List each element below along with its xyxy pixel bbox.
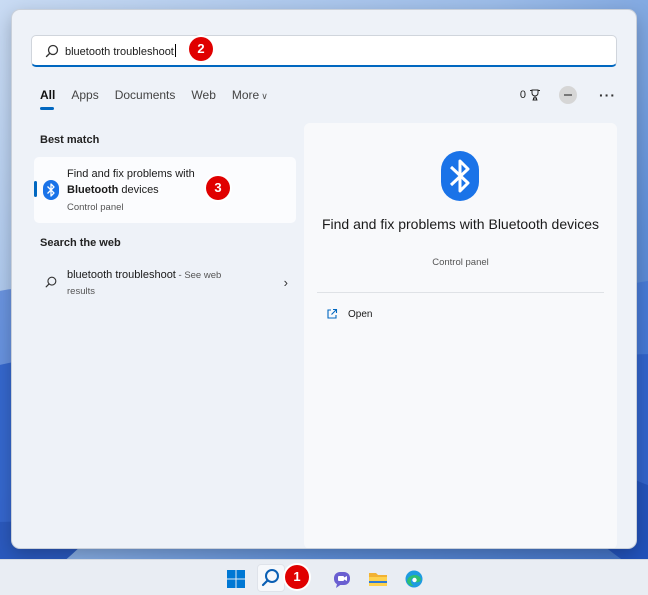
header-actions: 0 ··· (520, 86, 616, 104)
detail-title: Find and fix problems with Bluetooth dev… (321, 216, 600, 232)
text-caret (174, 44, 176, 57)
best-match-title-line2: Bluetooth devices (67, 184, 159, 196)
result-detail-pane: Find and fix problems with Bluetooth dev… (304, 123, 617, 548)
search-icon (261, 569, 279, 587)
avatar[interactable] (559, 86, 577, 104)
tab-all[interactable]: All (40, 88, 55, 110)
divider (317, 292, 604, 293)
rewards-points-value: 0 (519, 89, 526, 101)
tab-apps[interactable]: Apps (71, 88, 98, 108)
best-match-title-bold: Bluetooth (67, 184, 119, 196)
tab-documents[interactable]: Documents (115, 88, 176, 108)
web-result-title: bluetooth troubleshoot - See web (67, 269, 221, 281)
web-search-result[interactable]: bluetooth troubleshoot - See web results… (40, 267, 288, 303)
bluetooth-icon (43, 180, 59, 200)
trophy-icon (530, 89, 540, 101)
open-button[interactable]: Open (326, 308, 372, 320)
rewards-points[interactable]: 0 (520, 89, 541, 101)
best-match-result[interactable]: Find and fix problems with Bluetooth dev… (34, 157, 296, 223)
taskbar-search-button[interactable] (257, 564, 285, 592)
detail-subtitle: Control panel (432, 257, 489, 268)
tab-more[interactable]: More ∨ (232, 88, 268, 108)
search-icon (45, 276, 57, 288)
step-badge-1: 1 (285, 565, 309, 589)
best-match-subtitle: Control panel (67, 202, 124, 213)
best-match-heading: Best match (40, 134, 100, 146)
selection-indicator (34, 181, 37, 197)
tab-web[interactable]: Web (191, 88, 215, 108)
start-search-panel: bluetooth troubleshoot All Apps Document… (12, 10, 636, 548)
best-match-title-line1: Find and fix problems with (67, 168, 195, 180)
windows-start-icon[interactable] (226, 569, 246, 589)
step-badge-2: 2 (189, 37, 213, 61)
web-result-suffix: - See web (175, 270, 222, 281)
edge-icon[interactable] (404, 569, 424, 589)
teams-chat-icon[interactable] (332, 569, 352, 589)
search-input-text: bluetooth troubleshoot (65, 44, 176, 58)
taskbar: 1 (0, 559, 648, 595)
search-web-heading: Search the web (40, 237, 121, 249)
file-explorer-icon[interactable] (368, 569, 388, 589)
search-icon (45, 44, 59, 58)
search-input[interactable]: bluetooth troubleshoot (31, 35, 617, 67)
chevron-down-icon: ∨ (261, 91, 268, 101)
bluetooth-icon (441, 151, 479, 201)
web-result-query: bluetooth troubleshoot (67, 269, 176, 281)
best-match-title-rest: devices (118, 184, 159, 196)
web-result-suffix-line2: results (67, 286, 95, 297)
tab-more-label: More (231, 88, 260, 102)
more-options-icon[interactable]: ··· (599, 87, 616, 103)
search-filter-tabs: All Apps Documents Web More ∨ (40, 88, 284, 110)
step-badge-3: 3 (206, 176, 230, 200)
open-label: Open (348, 308, 373, 320)
chevron-right-icon: › (283, 275, 288, 290)
open-external-icon (327, 308, 338, 319)
